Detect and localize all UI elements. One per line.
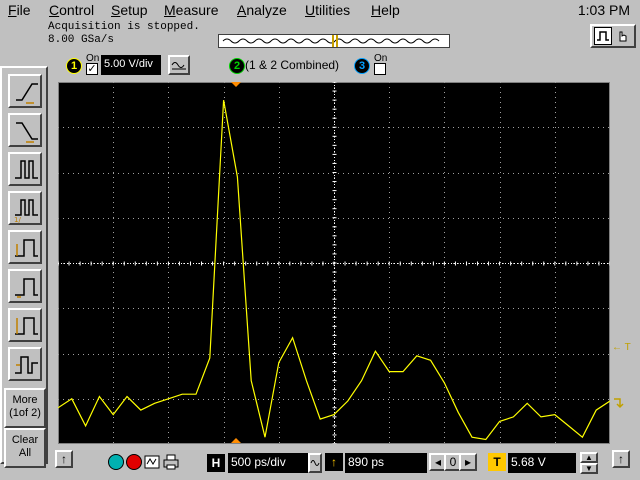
menu-setup[interactable]: Setup (111, 2, 148, 18)
single-button[interactable] (144, 454, 160, 470)
display-mode-group (590, 24, 636, 48)
menu-control[interactable]: Control (49, 2, 94, 18)
hand-pointer-icon (619, 31, 627, 42)
transition-icon (15, 356, 38, 374)
trigger-position-top-marker (231, 82, 241, 87)
pointer-mode-button[interactable] (614, 27, 632, 45)
waveform-display[interactable] (57, 81, 611, 445)
trigger-timeout-button[interactable] (8, 308, 42, 342)
knob-wave-icon (310, 460, 320, 466)
pulse-width-icon (15, 160, 38, 179)
timebase-knob-button[interactable] (308, 453, 322, 473)
trigger-glitch-button[interactable] (8, 230, 42, 264)
delay-field[interactable]: 890 ps (345, 453, 427, 473)
bottom-bar: ↑ H 500 ps/div ↑ 890 ps ◂ 0 ▸ T 5.68 V ▲… (0, 446, 640, 480)
trigger-position-bottom-marker (231, 438, 241, 443)
status-line-1: Acquisition is stopped. (48, 21, 200, 33)
scroll-up-left-button[interactable]: ↑ (55, 450, 73, 468)
falling-edge-icon (16, 122, 38, 143)
trigger-edge-falling-button[interactable] (8, 113, 42, 147)
sine-wave-icon (171, 62, 186, 70)
trigger-edge-rising-button[interactable] (8, 74, 42, 108)
acquisition-status: Acquisition is stopped. 8.00 GSa/s (48, 21, 218, 50)
menu-analyze[interactable]: Analyze (237, 2, 287, 18)
delay-right-button[interactable]: ▸ (459, 453, 477, 471)
ground-marker-icon (614, 398, 624, 409)
trigger-level-marker: ← T (612, 342, 631, 353)
trigger-pulse-1of-button[interactable]: 1/ (8, 191, 42, 225)
trigger-pulse-width-button[interactable] (8, 152, 42, 186)
menu-measure[interactable]: Measure (164, 2, 218, 18)
channel-1-badge[interactable]: 1 (66, 58, 82, 74)
trigger-label[interactable]: T (488, 453, 506, 471)
printer-icon (163, 454, 179, 470)
status-line-2: 8.00 GSa/s (48, 34, 115, 46)
channel-1-scale-field[interactable]: 5.00 V/div (101, 55, 161, 75)
print-button[interactable] (162, 454, 180, 470)
run-button[interactable] (108, 454, 124, 470)
spinner-down-button[interactable]: ▼ (580, 463, 598, 474)
timebase-field[interactable]: 500 ps/div (228, 453, 308, 473)
clock: 1:03 PM (577, 2, 630, 18)
trigger-toolbar: 1/ More (1of 2) Clear All (0, 66, 48, 468)
trigger-level-spinner[interactable]: ▲ ▼ (580, 452, 598, 474)
channel-2-badge[interactable]: 2 (229, 58, 245, 74)
stop-button[interactable] (126, 454, 142, 470)
glitch-icon (15, 239, 38, 257)
trigger-runt-button[interactable] (8, 269, 42, 303)
menu-bar: File Control Setup Measure Analyze Utili… (0, 0, 640, 21)
more-button[interactable]: More (1of 2) (4, 388, 46, 428)
navigator-marker[interactable] (332, 35, 338, 47)
waveform-navigator[interactable] (218, 34, 450, 48)
more-label: More (12, 394, 38, 406)
trigger-transition-button[interactable] (8, 347, 42, 381)
more-page-label: (1of 2) (9, 407, 41, 419)
scope-mode-button[interactable] (594, 27, 612, 45)
trigger-delay-icon[interactable]: ↑ (325, 453, 343, 471)
menu-utilities[interactable]: Utilities (305, 2, 350, 18)
waveform-graticule (57, 81, 611, 445)
menu-file[interactable]: File (8, 2, 31, 18)
menu-help[interactable]: Help (371, 2, 400, 18)
horizontal-label[interactable]: H (207, 454, 225, 472)
runt-icon (15, 278, 38, 298)
channel-1-waveform-button[interactable] (168, 55, 190, 75)
spinner-up-button[interactable]: ▲ (580, 452, 598, 463)
run-controls (106, 452, 182, 474)
channel-3-on-checkbox[interactable] (374, 63, 386, 75)
trigger-level-field[interactable]: 5.68 V (508, 453, 576, 473)
pulse-icon (597, 31, 609, 41)
single-shot-icon (144, 455, 160, 469)
pulse-width-1of-icon: 1/ (14, 199, 38, 223)
channel-2-label: (1 & 2 Combined) (245, 58, 340, 72)
timeout-icon (15, 317, 38, 335)
svg-text:1/: 1/ (14, 216, 21, 223)
channel-1-on-checkbox[interactable]: ✓ (86, 63, 98, 75)
scroll-up-right-button[interactable]: ↑ (612, 450, 630, 468)
rising-edge-icon (16, 83, 38, 104)
channel-3-badge[interactable]: 3 (354, 58, 370, 74)
